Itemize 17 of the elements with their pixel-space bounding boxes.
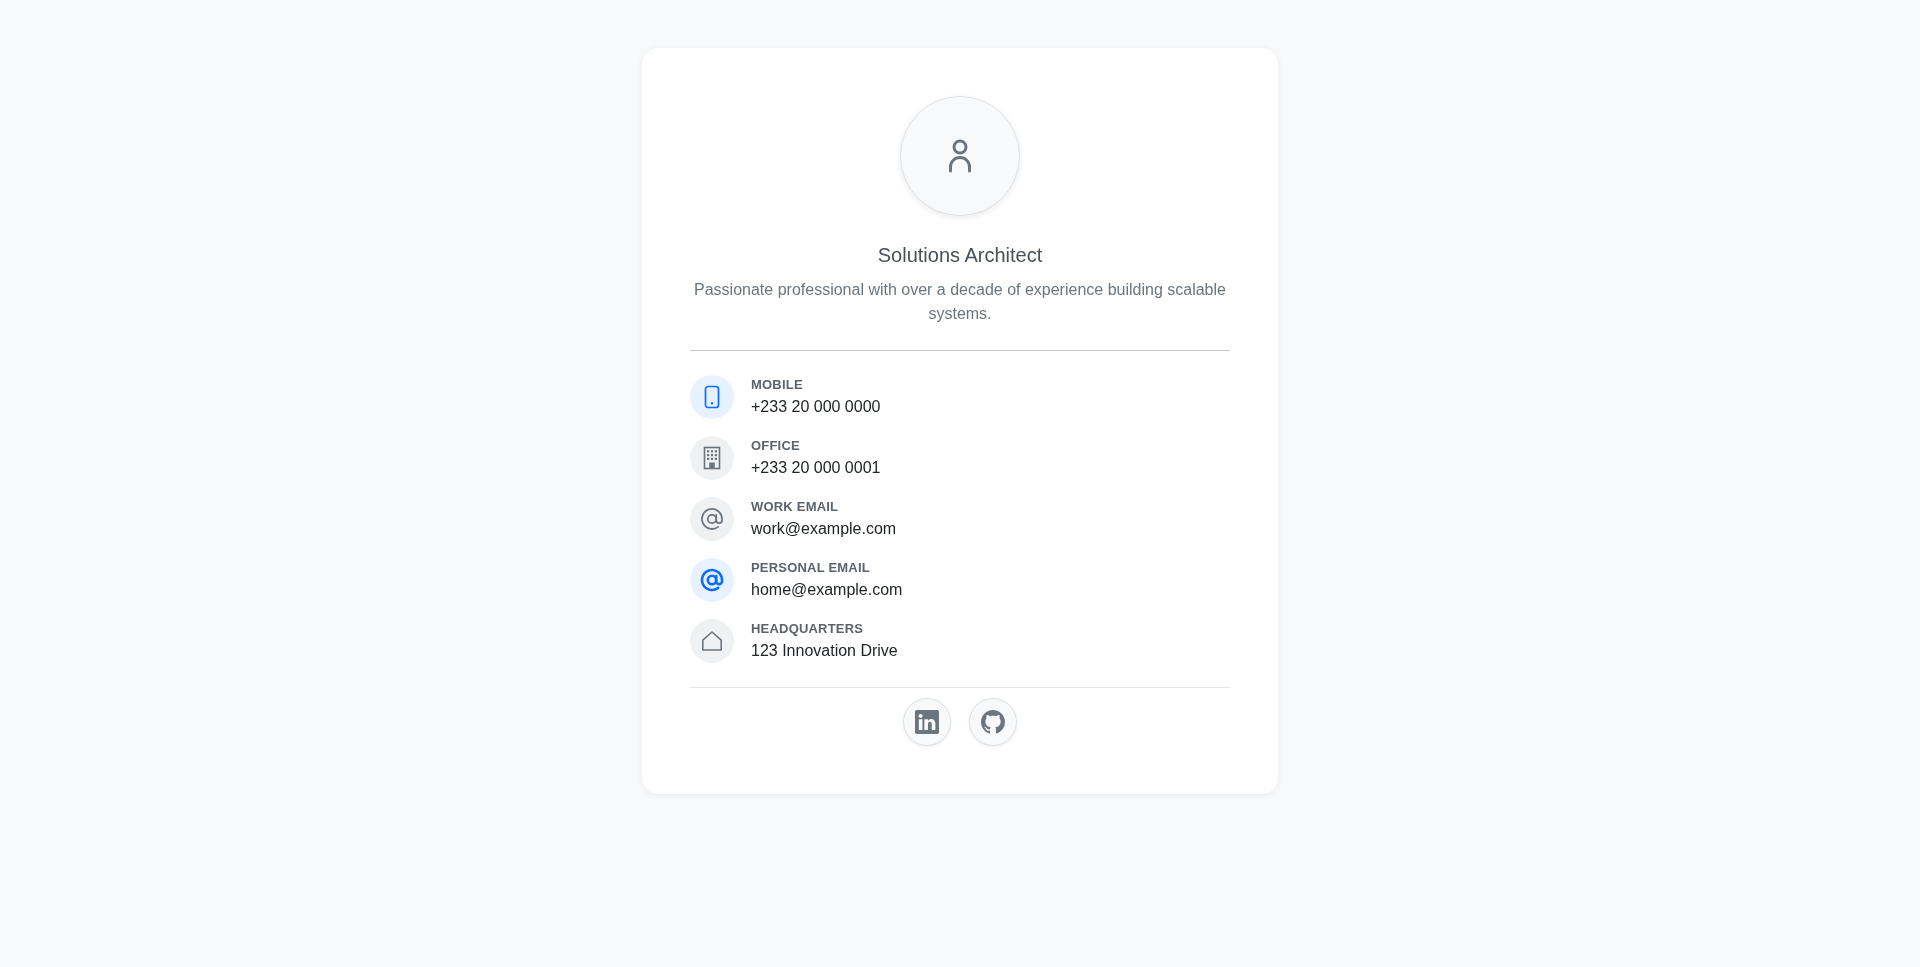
- bio-text: Passionate professional with over a decade of experience building scalable systems.: [693, 280, 1227, 324]
- contact-value: home@example.com: [751, 580, 903, 600]
- contact-value: work@example.com: [751, 519, 897, 539]
- github-icon: [981, 710, 1005, 734]
- contact-value: 123 Innovation Drive: [751, 641, 898, 661]
- user-icon: [948, 139, 972, 173]
- contact-value: +233 20 000 0001: [751, 458, 881, 478]
- linkedin-icon: [915, 710, 939, 734]
- job-title: Solutions Architect: [877, 243, 1043, 268]
- contact-label: MOBILE: [751, 376, 803, 394]
- contact-label: PERSONAL EMAIL: [751, 559, 870, 577]
- github-button[interactable]: [969, 698, 1017, 746]
- contact-label: OFFICE: [751, 437, 800, 455]
- linkedin-button[interactable]: [903, 698, 951, 746]
- contact-label: WORK EMAIL: [751, 498, 839, 516]
- contact-label: HEADQUARTERS: [751, 620, 864, 638]
- contact-value: +233 20 000 0000: [751, 397, 881, 417]
